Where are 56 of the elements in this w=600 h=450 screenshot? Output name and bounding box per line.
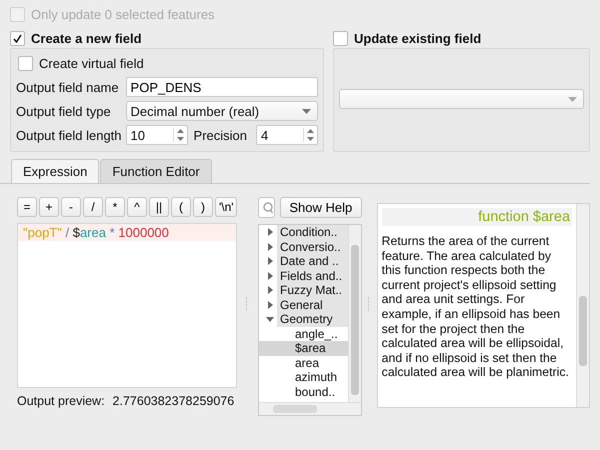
- tree-item[interactable]: Date and ..: [277, 254, 348, 268]
- spin-box[interactable]: 4: [256, 125, 318, 145]
- search-icon: [263, 202, 273, 214]
- operator-button[interactable]: +: [39, 197, 59, 217]
- caret-icon: [302, 108, 311, 114]
- show-help-button[interactable]: Show Help: [280, 197, 362, 218]
- dropdown[interactable]: Decimal number (real): [126, 101, 318, 121]
- field-label: Output field length: [16, 128, 122, 142]
- operator-button[interactable]: '\n': [215, 197, 237, 217]
- preview-label: Output preview:: [17, 394, 105, 408]
- splitter-handle[interactable]: [246, 297, 249, 311]
- help-title: function $area: [382, 208, 572, 226]
- checkbox[interactable]: [10, 30, 25, 46]
- tree-item[interactable]: Conversio..: [277, 240, 348, 254]
- search-field[interactable]: [258, 197, 275, 218]
- operator-button[interactable]: /: [83, 197, 103, 217]
- tree-item[interactable]: angle_..: [259, 326, 348, 341]
- tree-item[interactable]: Geometry: [277, 312, 348, 326]
- checkbox[interactable]: [333, 30, 348, 46]
- spinner-arrows-icon[interactable]: [172, 128, 185, 142]
- checkbox-label[interactable]: Create a new field: [31, 30, 142, 46]
- operator-button[interactable]: (: [171, 197, 191, 217]
- checkbox-label[interactable]: Create virtual field: [39, 56, 144, 70]
- tree-item[interactable]: bound..: [259, 384, 348, 399]
- operator-button[interactable]: ): [193, 197, 213, 217]
- tree-item[interactable]: Fields and..: [277, 268, 348, 283]
- checkbox[interactable]: [18, 56, 33, 70]
- preview-value: 2.7760382378259076: [112, 394, 234, 408]
- tree-item[interactable]: azimuth: [259, 370, 348, 384]
- field-label: Precision: [194, 128, 248, 142]
- scrollbar[interactable]: [348, 225, 361, 402]
- caret-icon: [568, 96, 577, 102]
- operator-button[interactable]: ^: [127, 197, 147, 217]
- operator-button[interactable]: -: [61, 197, 81, 217]
- tab[interactable]: Expression: [11, 159, 100, 183]
- field-label: Output field name: [16, 80, 120, 94]
- check-icon: [13, 34, 22, 42]
- operator-button[interactable]: =: [17, 197, 37, 217]
- input-field[interactable]: POP_DENS: [126, 77, 318, 97]
- tree-item[interactable]: area: [259, 356, 348, 370]
- spin-box[interactable]: 10: [126, 125, 188, 145]
- tab[interactable]: Function Editor: [100, 159, 212, 183]
- operator-button[interactable]: ||: [149, 197, 169, 217]
- help-text: Returns the area of the current feature. The area calculated by this function respects both the current project's ellipsoid setting and area unit settings. For example, if an ellipsoid has been set for the project then the calculated area will be ellipsoidal, and if no ellipsoid is set then the calculated area will be planimetric.: [382, 234, 570, 380]
- scrollbar[interactable]: [259, 402, 361, 415]
- tree-item[interactable]: Fuzzy Mat..: [277, 283, 348, 298]
- tree-item[interactable]: $area: [259, 341, 348, 356]
- tree-item[interactable]: Condition..: [277, 225, 348, 240]
- operator-button[interactable]: *: [105, 197, 125, 217]
- scrollbar[interactable]: [576, 204, 590, 407]
- checkbox-label[interactable]: Update existing field: [354, 30, 482, 46]
- tree-item[interactable]: General: [277, 298, 348, 312]
- expression-editor[interactable]: "popT" / $area * 1000000: [17, 223, 237, 388]
- splitter-handle[interactable]: [368, 297, 371, 311]
- field-label: Output field type: [16, 104, 112, 118]
- spinner-arrows-icon[interactable]: [303, 128, 315, 142]
